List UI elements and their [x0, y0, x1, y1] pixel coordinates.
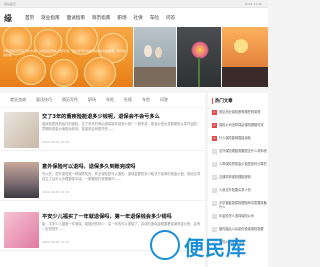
tab-car[interactable]: 车险 — [106, 97, 114, 103]
main-nav: 首页 就业指南 面试指南 简历指南 职场 社保 车险 问答 — [25, 15, 175, 21]
hero-caption: 柠檬到底能否用于切水果，可能会让很多人想不通，我在家里切的时候就常常会遇到，切开… — [3, 49, 127, 57]
hot-article-item[interactable]: 1 常见商业保险都有哪些种类呢 — [212, 110, 268, 123]
post-meta: 2024-09-05 12:19 — [42, 190, 70, 194]
hero-slide-oranges[interactable]: 柠檬到底能否用于切水果，可能会让很多人想不通，我在家里切的时候就常常会遇到，切开… — [0, 27, 133, 87]
watermark-badge-icon — [150, 230, 180, 260]
post-title[interactable]: 意外保险可以退吗，退保多久到账完成吗 — [42, 163, 202, 170]
orange-slice-image — [50, 59, 78, 87]
hero-slide-flower[interactable] — [177, 27, 221, 87]
hot-article-item[interactable]: 7 人身意外险要买多少份 — [212, 188, 268, 201]
nav-item-qa[interactable]: 问答 — [166, 15, 175, 21]
nav-item-jobs[interactable]: 就业指南 — [41, 15, 59, 21]
hot-article-item[interactable]: 4 意外保险理赔需要提交什么材料呢 — [212, 149, 268, 162]
hot-article-item[interactable]: 9 年金险怎么选择保险公司 — [212, 214, 268, 227]
hot-article-item[interactable]: 8 中华福健康保险理赔申请需要准备什么 — [212, 201, 268, 214]
post-item[interactable]: 交了3年的重疾险能退多少钱呢，退保会不会亏多么 重疾险是提前给付的保险，交了多长… — [0, 108, 205, 151]
tab-jobs[interactable]: 就业咨询 — [10, 97, 26, 103]
hot-article-item[interactable]: 5 人寿保险的现金价值是如何计算的 — [212, 162, 268, 175]
tab-social[interactable]: 社保 — [124, 97, 132, 103]
tab-car-2[interactable]: 车险 — [142, 97, 150, 103]
hot-article-item[interactable]: 3 什么保险能够直接减免 — [212, 136, 268, 149]
nav-item-interview[interactable]: 面试指南 — [67, 15, 85, 21]
post-item[interactable]: 意外保险可以退吗，退保多久到账完成吗 可以的，意外保险是一种保障性的，商业保险是… — [0, 158, 205, 201]
tab-qa[interactable]: 问答 — [160, 97, 168, 103]
hero-slide-eggs[interactable] — [134, 27, 176, 87]
post-meta: 2024-09-03 12:19 — [42, 140, 70, 144]
category-tabs: 就业咨询 面试技巧 简历写作 职场 车险 社保 车险 问答 — [0, 93, 205, 107]
sidebar-heading: 热门文章 — [212, 98, 233, 104]
hero-slide-sunset[interactable] — [222, 27, 268, 87]
nav-item-car[interactable]: 车险 — [150, 15, 159, 21]
nav-item-social[interactable]: 社保 — [134, 15, 143, 21]
post-thumbnail[interactable] — [4, 212, 39, 248]
site-header: 缘 首页 就业指南 面试指南 简历指南 职场 社保 车险 问答 — [0, 8, 268, 28]
nav-item-home[interactable]: 首页 — [25, 15, 34, 21]
nav-item-resume[interactable]: 简历指南 — [92, 15, 110, 21]
hot-article-item[interactable]: 2 保险公司怎样保证保险理赔时效 — [212, 123, 268, 136]
post-excerpt: 可以的，意外保险是一种保障性的，商业保险是可以退的。退保金额的多少取决于保单的现… — [42, 172, 201, 181]
post-thumbnail[interactable] — [4, 162, 39, 198]
topbar-date: 2024-11-20 — [244, 2, 262, 6]
topbar-home-link[interactable]: 网站首页 — [4, 2, 16, 6]
brand-watermark: 便民库 — [150, 228, 256, 264]
watermark-text: 便民库 — [184, 236, 247, 260]
post-excerpt: 重疾险是提前给付的保险，交了多长时间后退保能拿回多少钱？一般来讲，现金价值大多数… — [42, 122, 201, 131]
tab-interview[interactable]: 面试技巧 — [36, 97, 52, 103]
post-thumbnail[interactable] — [4, 112, 39, 148]
site-logo[interactable]: 缘 — [4, 13, 12, 24]
post-meta: 2024-09-05 12:19 — [42, 240, 70, 244]
tab-career[interactable]: 职场 — [88, 97, 96, 103]
post-title[interactable]: 平安少儿福买了一年就退保吗，第一年退保钱会多少钱吗 — [42, 213, 202, 220]
top-bar: 网站首页 2024-11-20 — [0, 0, 268, 8]
orange-slice-image — [16, 55, 46, 85]
tab-resume[interactable]: 简历写作 — [62, 97, 78, 103]
hot-article-item[interactable]: 6 交通事故保险理赔规则 — [212, 175, 268, 188]
orange-slice-image — [84, 57, 116, 87]
nav-item-career[interactable]: 职场 — [117, 15, 126, 21]
post-title[interactable]: 交了3年的重疾险能退多少钱呢，退保会不会亏多么 — [42, 113, 202, 120]
